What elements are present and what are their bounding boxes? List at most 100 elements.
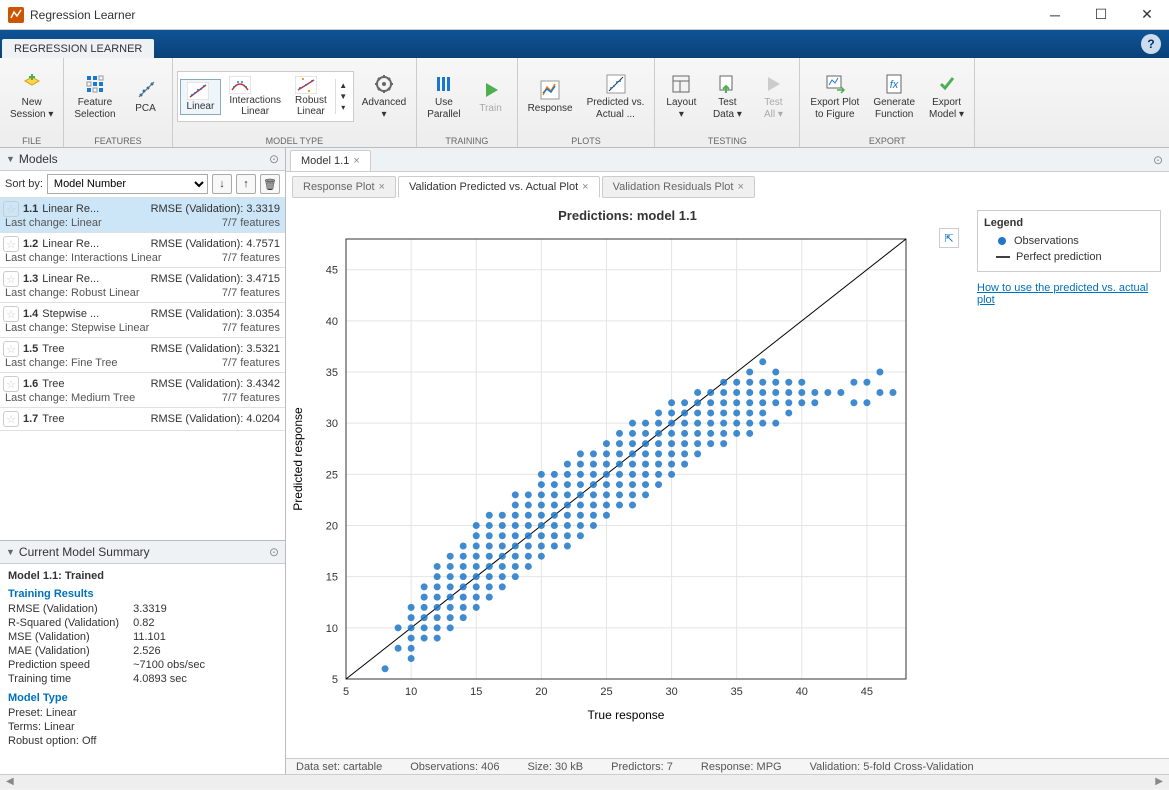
document-tabs: Model 1.1× ⊙ — [286, 148, 1169, 172]
export-model-button[interactable]: ExportModel ▾ — [923, 70, 970, 123]
close-button[interactable]: ✕ — [1133, 1, 1161, 29]
expand-plot-button[interactable]: ⇱ — [939, 228, 959, 248]
test-all-button[interactable]: TestAll ▾ — [751, 70, 795, 123]
use-parallel-button[interactable]: UseParallel — [421, 70, 466, 123]
svg-text:10: 10 — [326, 623, 338, 635]
plot-tabs: Response Plot ×Validation Predicted vs. … — [286, 172, 1169, 202]
summary-content: Model 1.1: Trained Training Results RMSE… — [0, 564, 285, 774]
panel-gear-icon[interactable]: ⊙ — [269, 545, 279, 559]
toolgroup-label: MODEL TYPE — [173, 135, 417, 147]
model-list: ☆1.1 Linear Re...RMSE (Validation): 3.33… — [0, 198, 285, 540]
sort-bar: Sort by: Model Number ↓ ↑ 🗑 — [0, 171, 285, 198]
favorite-icon[interactable]: ☆ — [3, 201, 19, 217]
close-icon[interactable]: × — [737, 181, 743, 193]
toolgroup-label: PLOTS — [518, 135, 655, 147]
legend-panel: Legend Observations Perfect prediction H… — [969, 202, 1169, 758]
sort-select[interactable]: Model Number — [47, 174, 208, 194]
favorite-icon[interactable]: ☆ — [3, 271, 19, 287]
svg-text:35: 35 — [731, 686, 743, 698]
ribbon-tab[interactable]: REGRESSION LEARNER — [2, 39, 154, 58]
predicted-vs-actual-button[interactable]: Predicted vs.Actual ... — [581, 70, 651, 123]
favorite-icon[interactable]: ☆ — [3, 376, 19, 392]
model-type-table: Preset: LinearTerms: LinearRobust option… — [8, 706, 110, 748]
help-button[interactable]: ? — [1141, 34, 1161, 54]
plot-tab[interactable]: Validation Residuals Plot × — [602, 176, 755, 198]
plot-tab[interactable]: Validation Predicted vs. Actual Plot × — [398, 176, 600, 198]
training-results-header: Training Results — [8, 588, 277, 600]
scroll-right-icon[interactable]: ▶ — [1155, 776, 1163, 787]
collapse-icon[interactable]: ▼ — [6, 547, 15, 557]
model-list-item[interactable]: ☆1.6 TreeRMSE (Validation): 3.4342Last c… — [0, 373, 285, 408]
model-list-item[interactable]: ☆1.7 TreeRMSE (Validation): 4.0204 — [0, 408, 285, 431]
sort-asc-button[interactable]: ↓ — [212, 174, 232, 194]
favorite-icon[interactable]: ☆ — [3, 341, 19, 357]
gallery-expand-icon[interactable]: ▲▼▾ — [335, 79, 351, 114]
svg-text:15: 15 — [326, 572, 338, 584]
close-icon[interactable]: × — [582, 181, 588, 193]
status-dataset: Data set: cartable — [296, 761, 382, 773]
help-link[interactable]: How to use the predicted vs. actual plot — [977, 282, 1161, 306]
models-panel: ▼ Models ⊙ Sort by: Model Number ↓ ↑ 🗑 ☆… — [0, 148, 286, 774]
minimize-button[interactable]: ─ — [1041, 1, 1069, 29]
ribbon-tabstrip: REGRESSION LEARNER ? — [0, 30, 1169, 58]
response-plot-button[interactable]: Response — [522, 76, 579, 118]
panel-gear-icon[interactable]: ⊙ — [1153, 153, 1163, 167]
model-gallery-interactions-linear[interactable]: InteractionsLinear — [223, 74, 287, 119]
summary-model-line: Model 1.1: Trained — [8, 570, 277, 582]
toolstrip: NewSession ▾ FILE FeatureSelectionPCA FEATU… — [0, 58, 1169, 148]
test-data-button[interactable]: TestData ▾ — [705, 70, 749, 123]
delete-button[interactable]: 🗑 — [260, 174, 280, 194]
scroll-left-icon[interactable]: ◀ — [6, 776, 14, 787]
models-panel-title: Models — [19, 152, 58, 166]
model-gallery-linear[interactable]: Linear — [180, 79, 222, 115]
model-list-item[interactable]: ☆1.5 TreeRMSE (Validation): 3.5321Last c… — [0, 338, 285, 373]
legend-observations: Observations — [984, 233, 1154, 249]
collapse-icon[interactable]: ▼ — [6, 154, 15, 164]
generate-function-button[interactable]: fxGenerateFunction — [867, 70, 921, 123]
titlebar: Regression Learner ─ ☐ ✕ — [0, 0, 1169, 30]
svg-text:40: 40 — [796, 686, 808, 698]
legend-perfect: Perfect prediction — [984, 249, 1154, 265]
model-list-item[interactable]: ☆1.1 Linear Re...RMSE (Validation): 3.33… — [0, 198, 285, 233]
plot-tab[interactable]: Response Plot × — [292, 176, 396, 198]
status-observations: Observations: 406 — [410, 761, 499, 773]
advanced-button[interactable]: Advanced▾ — [356, 70, 412, 123]
feature-selection-button[interactable]: FeatureSelection — [68, 70, 121, 123]
close-icon[interactable]: × — [353, 155, 359, 167]
layout-button[interactable]: Layout▾ — [659, 70, 703, 123]
model-type-header: Model Type — [8, 692, 277, 704]
train-button[interactable]: Train — [469, 76, 513, 118]
toolgroup-label: FEATURES — [64, 135, 171, 147]
favorite-icon[interactable]: ☆ — [3, 411, 19, 427]
document-tab[interactable]: Model 1.1× — [290, 150, 371, 171]
model-gallery-robust-linear[interactable]: RobustLinear — [289, 74, 333, 119]
svg-text:35: 35 — [326, 367, 338, 379]
pca-button[interactable]: PCA — [124, 76, 168, 118]
sort-desc-button[interactable]: ↑ — [236, 174, 256, 194]
toolgroup-label: FILE — [0, 135, 63, 147]
panel-gear-icon[interactable]: ⊙ — [269, 152, 279, 166]
plot-title: Predictions: model 1.1 — [286, 202, 969, 229]
favorite-icon[interactable]: ☆ — [3, 236, 19, 252]
svg-text:20: 20 — [326, 521, 338, 533]
new-session-button[interactable]: NewSession ▾ — [4, 70, 59, 123]
close-icon[interactable]: × — [379, 181, 385, 193]
toolgroup-label: TESTING — [655, 135, 799, 147]
summary-header: ▼ Current Model Summary ⊙ — [0, 541, 285, 564]
legend-title: Legend — [984, 217, 1154, 229]
plot-main: Predictions: model 1.1 51015202530354045… — [286, 202, 969, 758]
scatter-chart: 5101520253035404551015202530354045True r… — [286, 229, 926, 749]
model-list-item[interactable]: ☆1.3 Linear Re...RMSE (Validation): 3.47… — [0, 268, 285, 303]
status-predictors: Predictors: 7 — [611, 761, 673, 773]
status-size: Size: 30 kB — [528, 761, 584, 773]
model-list-item[interactable]: ☆1.4 Stepwise ...RMSE (Validation): 3.03… — [0, 303, 285, 338]
bottom-strip: ◀ ▶ — [0, 774, 1169, 788]
maximize-button[interactable]: ☐ — [1087, 1, 1115, 29]
svg-text:5: 5 — [343, 686, 349, 698]
export-plot-button[interactable]: Export Plotto Figure — [804, 70, 865, 123]
summary-title: Current Model Summary — [19, 545, 150, 559]
svg-text:fx: fx — [890, 79, 899, 91]
model-list-item[interactable]: ☆1.2 Linear Re...RMSE (Validation): 4.75… — [0, 233, 285, 268]
favorite-icon[interactable]: ☆ — [3, 306, 19, 322]
svg-text:30: 30 — [665, 686, 677, 698]
